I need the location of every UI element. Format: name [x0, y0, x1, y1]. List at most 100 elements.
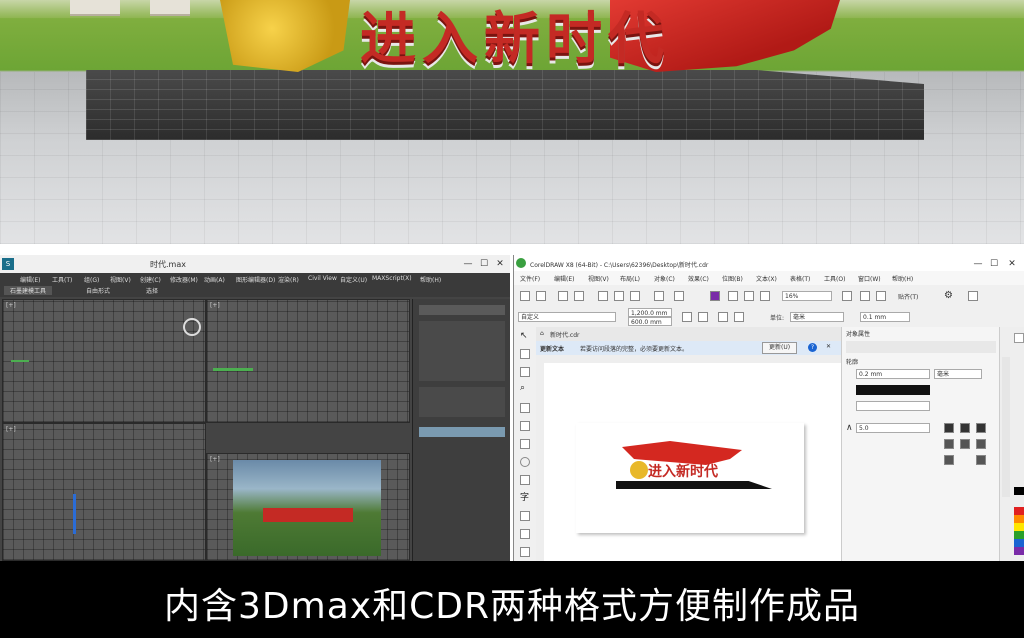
palette-swatch-orange[interactable]: [1014, 515, 1024, 523]
palette-swatch-red[interactable]: [1014, 507, 1024, 515]
line-cap-round-icon[interactable]: [960, 439, 970, 449]
corner-miter-icon[interactable]: [944, 423, 954, 433]
menu-animation[interactable]: 动画(A): [204, 275, 225, 284]
menu-modifiers[interactable]: 修改器(M): [170, 275, 198, 284]
close-button[interactable]: ✕: [494, 258, 506, 270]
docker-tabs[interactable]: [846, 341, 996, 353]
snap-to-dropdown[interactable]: 贴齐(T): [898, 292, 918, 301]
current-page-icon[interactable]: [734, 312, 744, 322]
menu-bitmaps[interactable]: 位图(B): [722, 274, 743, 283]
menu-window[interactable]: 窗口(W): [858, 274, 881, 283]
tab-graphite-modeling[interactable]: 石墨建模工具: [4, 286, 53, 295]
menu-object[interactable]: 对象(C): [654, 274, 675, 283]
outline-style-select[interactable]: [856, 401, 930, 411]
crop-tool-icon[interactable]: [520, 367, 530, 377]
menu-edit[interactable]: 编辑(E): [554, 274, 574, 283]
units-select[interactable]: 毫米: [790, 312, 844, 322]
save-icon[interactable]: [558, 291, 568, 301]
position-inside-icon[interactable]: [976, 455, 986, 465]
viewport-top[interactable]: [+]: [2, 299, 206, 423]
page-height-field[interactable]: 600.0 mm: [628, 317, 672, 326]
polygon-tool-icon[interactable]: [520, 475, 530, 485]
menu-civil-view[interactable]: Civil View: [308, 275, 337, 282]
parallel-dimension-icon[interactable]: [520, 511, 530, 521]
new-document-icon[interactable]: [520, 291, 530, 301]
outline-color-swatch[interactable]: [856, 385, 930, 395]
connector-tool-icon[interactable]: [520, 529, 530, 539]
page-width-field[interactable]: 1,200.0 mm: [628, 308, 672, 317]
update-button[interactable]: 更新(U): [762, 342, 798, 354]
publish-pdf-icon[interactable]: [760, 291, 770, 301]
maximize-button[interactable]: ☐: [478, 258, 490, 270]
zoom-level-select[interactable]: 16%: [782, 291, 832, 301]
viewport-label[interactable]: [+]: [6, 302, 16, 309]
menu-views[interactable]: 视图(V): [110, 275, 131, 284]
menu-group[interactable]: 组(G): [84, 275, 99, 284]
object-type-rollout[interactable]: [419, 321, 505, 381]
corner-bevel-icon[interactable]: [976, 423, 986, 433]
document-tab-label[interactable]: 新时代.cdr: [550, 330, 579, 339]
menu-text[interactable]: 文本(X): [756, 274, 777, 283]
close-button[interactable]: ✕: [1006, 258, 1018, 270]
corel-connect-icon[interactable]: [710, 291, 720, 301]
interactive-fill-icon[interactable]: [520, 547, 530, 557]
palette-swatch-white[interactable]: [1014, 333, 1024, 343]
menu-customize[interactable]: 自定义(U): [340, 275, 367, 284]
menu-rendering[interactable]: 渲染(R): [278, 275, 299, 284]
viewport-perspective[interactable]: [+]: [206, 453, 410, 561]
all-pages-icon[interactable]: [718, 312, 728, 322]
menu-tools[interactable]: 工具(O): [824, 274, 845, 283]
line-cap-butt-icon[interactable]: [944, 439, 954, 449]
import-icon[interactable]: [728, 291, 738, 301]
rectangle-tool-icon[interactable]: [520, 439, 530, 449]
viewport-label[interactable]: [+]: [210, 456, 220, 463]
page-preset-select[interactable]: 自定义: [518, 312, 616, 322]
document-page[interactable]: 进入新时代: [576, 423, 804, 533]
viewcube-icon[interactable]: [183, 318, 201, 336]
export-icon[interactable]: [744, 291, 754, 301]
show-rulers-icon[interactable]: [860, 291, 870, 301]
minimize-button[interactable]: —: [972, 258, 984, 270]
maximize-button[interactable]: ☐: [988, 258, 1000, 270]
docker-side-tabs[interactable]: [1002, 357, 1010, 497]
zoom-tool-icon[interactable]: ⌕: [520, 383, 530, 393]
position-outside-icon[interactable]: [944, 455, 954, 465]
help-icon[interactable]: ?: [808, 343, 817, 352]
minimize-button[interactable]: —: [462, 258, 474, 270]
viewport-label[interactable]: [+]: [210, 302, 220, 309]
line-cap-square-icon[interactable]: [976, 439, 986, 449]
close-icon[interactable]: ✕: [826, 343, 831, 350]
viewport-front[interactable]: [+]: [183, 299, 410, 423]
menu-help[interactable]: 帮助(H): [892, 274, 913, 283]
palette-swatch-yellow[interactable]: [1014, 523, 1024, 531]
smart-fill-icon[interactable]: [520, 421, 530, 431]
print-icon[interactable]: [574, 291, 584, 301]
freehand-tool-icon[interactable]: [520, 403, 530, 413]
redo-icon[interactable]: [674, 291, 684, 301]
coreldraw-icon[interactable]: [516, 258, 526, 268]
copy-icon[interactable]: [614, 291, 624, 301]
palette-swatch-green[interactable]: [1014, 531, 1024, 539]
pick-tool-icon[interactable]: ↖: [520, 331, 530, 341]
miter-limit-field[interactable]: 5.0: [856, 423, 930, 433]
menu-tools[interactable]: 工具(T): [52, 275, 72, 284]
3dsmax-icon[interactable]: S: [2, 258, 14, 270]
tab-selection[interactable]: 选择: [146, 286, 158, 295]
corner-round-icon[interactable]: [960, 423, 970, 433]
ellipse-tool-icon[interactable]: [520, 457, 530, 467]
outline-width-field[interactable]: 0.2 mm: [856, 369, 930, 379]
menu-layout[interactable]: 布局(L): [620, 274, 640, 283]
undo-icon[interactable]: [654, 291, 664, 301]
palette-swatch-black[interactable]: [1014, 487, 1024, 495]
cut-icon[interactable]: [598, 291, 608, 301]
home-icon[interactable]: ⌂: [540, 330, 544, 337]
viewport-left[interactable]: [+]: [2, 423, 206, 561]
menu-graph-editors[interactable]: 图形编辑器(D): [236, 275, 275, 284]
menu-view[interactable]: 视图(V): [588, 274, 609, 283]
tab-freeform[interactable]: 自由形式: [86, 286, 110, 295]
portrait-icon[interactable]: [682, 312, 692, 322]
menu-file[interactable]: 文件(F): [520, 274, 540, 283]
show-grid-icon[interactable]: [876, 291, 886, 301]
nudge-distance-field[interactable]: 0.1 mm: [860, 312, 910, 322]
landscape-icon[interactable]: [698, 312, 708, 322]
